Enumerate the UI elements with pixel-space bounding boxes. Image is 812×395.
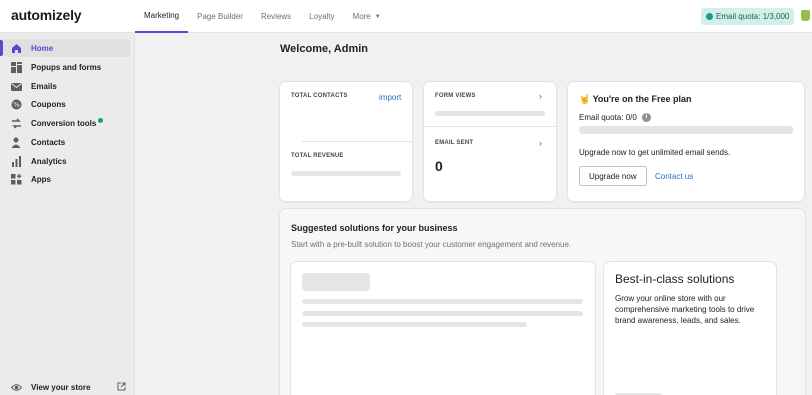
chevron-right-icon[interactable]: ›	[539, 91, 542, 101]
sidebar-item-label: Apps	[31, 174, 51, 184]
tab-marketing[interactable]: Marketing	[135, 0, 189, 33]
view-store-link[interactable]: View your store	[3, 378, 130, 395]
tab-more[interactable]: More ▼	[344, 0, 390, 33]
svg-text:%: %	[13, 101, 20, 109]
upgrade-now-button[interactable]: Upgrade now	[579, 166, 647, 186]
plan-quota-text: Email quota: 0/0	[579, 113, 637, 122]
coupon-icon: %	[11, 99, 22, 110]
total-revenue-label: TOTAL REVENUE	[291, 153, 344, 159]
sidebar-item-label: Popups and forms	[31, 62, 102, 72]
divider	[424, 126, 556, 127]
best-in-class-title: Best-in-class solutions	[615, 272, 735, 286]
view-store-label: View your store	[31, 382, 91, 392]
forms-icon	[11, 61, 22, 73]
sidebar-item-conversion-tools[interactable]: Conversion tools	[3, 114, 130, 132]
sidebar-item-coupons[interactable]: % Coupons	[3, 95, 130, 113]
tab-loyalty[interactable]: Loyalty	[300, 0, 343, 33]
skeleton-line	[302, 311, 583, 316]
revenue-skeleton	[291, 171, 401, 176]
suggested-title: Suggested solutions for your business	[291, 223, 458, 233]
email-quota-label: Email quota: 1/3,000	[716, 12, 790, 21]
app-logo[interactable]: automizely	[11, 7, 82, 23]
sidebar-item-popups-and-forms[interactable]: Popups and forms	[3, 58, 130, 76]
sidebar-item-label: Coupons	[31, 99, 66, 109]
email-quota-pill[interactable]: Email quota: 1/3,000	[701, 8, 795, 25]
form-views-label: FORM VIEWS	[435, 93, 476, 99]
shopify-bag-icon[interactable]	[801, 10, 810, 21]
envelope-icon	[11, 81, 22, 92]
solution-placeholder-card	[291, 262, 595, 395]
apps-icon	[11, 173, 22, 185]
best-in-class-description: Grow your online store with our comprehe…	[615, 294, 755, 325]
sidebar-item-emails[interactable]: Emails	[3, 77, 130, 95]
sidebar-item-label: Conversion tools	[31, 118, 97, 128]
sidebar-item-label: Contacts	[31, 137, 66, 147]
sidebar-item-label: Analytics	[31, 156, 67, 166]
sidebar-item-contacts[interactable]: Contacts	[3, 133, 130, 151]
skeleton-line	[302, 299, 583, 304]
email-sent-value: 0	[435, 158, 443, 174]
skeleton-line	[302, 322, 527, 327]
sidebar-item-analytics[interactable]: Analytics	[3, 152, 130, 170]
tab-more-label: More	[352, 12, 371, 21]
upgrade-text: Upgrade now to get unlimited email sends…	[579, 148, 731, 157]
form-views-skeleton	[435, 111, 545, 116]
tab-page-builder[interactable]: Page Builder	[188, 0, 252, 33]
sidebar-item-home[interactable]: Home	[0, 39, 130, 57]
email-sent-label: EMAIL SENT	[435, 140, 474, 146]
sidebar-item-label: Home	[31, 43, 54, 53]
suggested-subtitle: Start with a pre-built solution to boost…	[291, 240, 572, 249]
best-in-class-card: Best-in-class solutions Grow your online…	[604, 262, 776, 395]
plan-title-text: You're on the Free plan	[592, 94, 692, 104]
page-title: Welcome, Admin	[280, 43, 369, 55]
chevron-right-icon[interactable]: ›	[539, 138, 542, 148]
external-link-icon	[117, 382, 126, 393]
skeleton-heading	[302, 273, 370, 291]
sidebar-item-apps[interactable]: Apps	[3, 170, 130, 188]
tab-reviews[interactable]: Reviews	[252, 0, 300, 33]
sidebar: Home Popups and forms Emails % Coupons C…	[0, 33, 135, 395]
quota-progress-bar	[579, 126, 793, 134]
import-link[interactable]: import	[379, 93, 401, 102]
contacts-revenue-card: TOTAL CONTACTS import TOTAL REVENUE	[280, 82, 412, 201]
chevron-down-icon: ▼	[374, 13, 381, 20]
rock-hand-icon: 🤘	[579, 94, 591, 104]
home-icon	[11, 43, 22, 54]
info-icon[interactable]: i	[641, 113, 651, 123]
forms-emails-card: FORM VIEWS › EMAIL SENT › 0	[424, 82, 556, 201]
top-nav: Marketing Page Builder Reviews Loyalty M…	[135, 0, 390, 33]
top-bar: automizely Marketing Page Builder Review…	[0, 0, 812, 33]
contact-us-link[interactable]: Contact us	[655, 172, 693, 181]
eye-icon	[11, 382, 22, 393]
contacts-icon	[11, 137, 22, 148]
plan-quota: Email quota: 0/0 i	[579, 113, 651, 123]
divider	[302, 141, 412, 142]
sidebar-item-label: Emails	[31, 81, 57, 91]
new-badge-dot	[98, 118, 104, 123]
analytics-icon	[11, 155, 22, 167]
total-contacts-label: TOTAL CONTACTS	[291, 93, 348, 99]
suggested-solutions-card: Suggested solutions for your business St…	[280, 209, 805, 395]
info-icon	[706, 13, 713, 20]
plan-card: 🤘 You're on the Free plan Email quota: 0…	[568, 82, 804, 201]
plan-title: 🤘 You're on the Free plan	[579, 94, 692, 105]
conversion-icon	[11, 117, 22, 129]
